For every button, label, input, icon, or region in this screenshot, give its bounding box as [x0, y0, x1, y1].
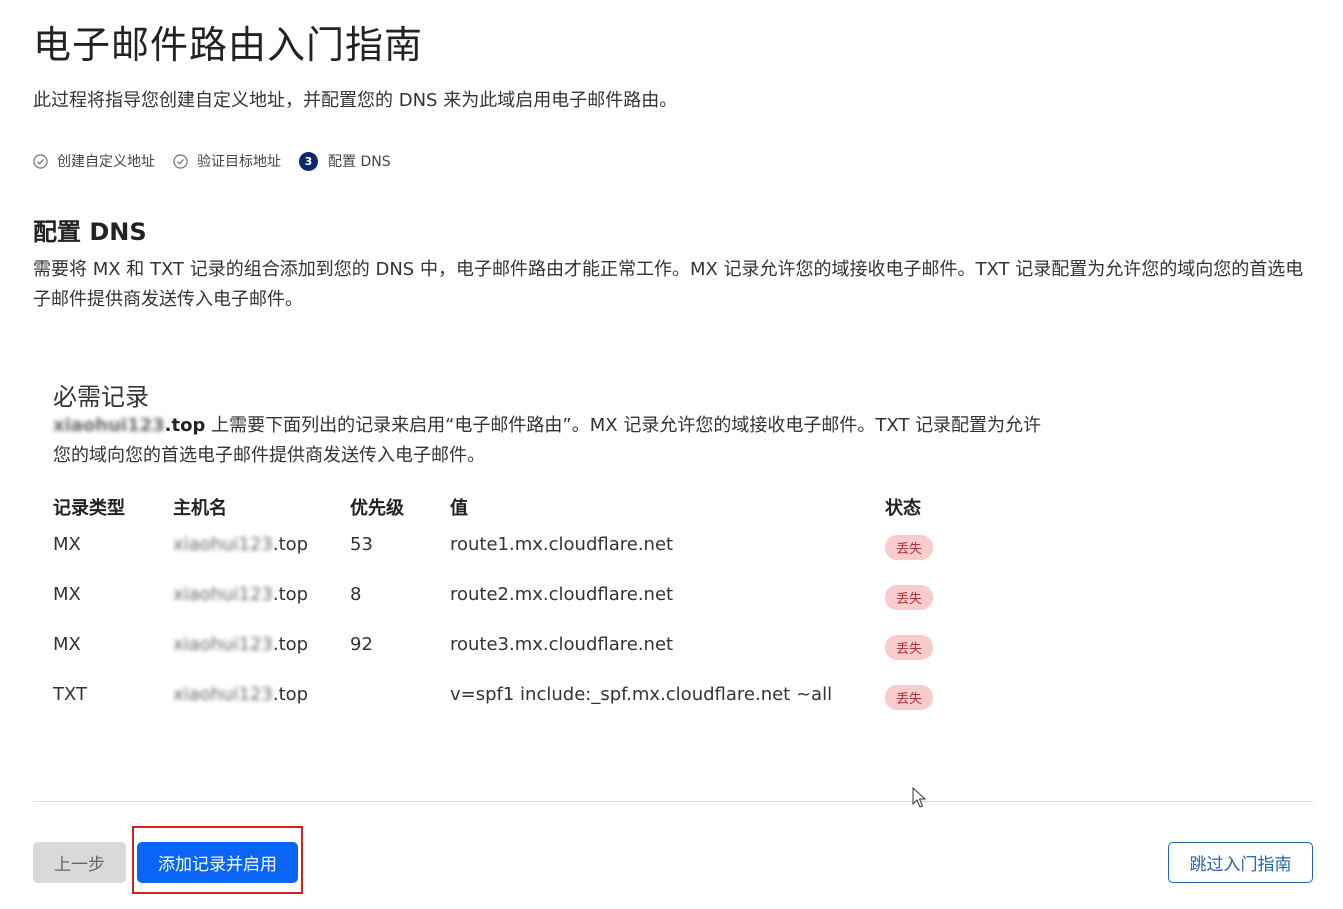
record-priority: 92 — [350, 634, 373, 655]
record-status: 丢失 — [885, 584, 934, 610]
record-status: 丢失 — [885, 634, 934, 660]
redacted-host: xiaohui123 — [173, 684, 273, 705]
record-host: xiaohui123.top — [173, 634, 308, 655]
record-type: MX — [53, 584, 81, 605]
page-subtitle: 此过程将指导您创建自定义地址，并配置您的 DNS 来为此域启用电子邮件路由。 — [33, 90, 678, 111]
host-suffix: .top — [272, 634, 309, 655]
step-label: 验证目标地址 — [197, 154, 281, 170]
header-type: 记录类型 — [53, 498, 125, 519]
required-records-description: xiaohui123.top 上需要下面列出的记录来启用“电子邮件路由”。MX … — [53, 411, 1043, 471]
record-host: xiaohui123.top — [173, 534, 308, 555]
step-verify-destination: 验证目标地址 — [173, 151, 281, 171]
record-value: v=spf1 include:_spf.mx.cloudflare.net ~a… — [450, 684, 833, 705]
record-host: xiaohui123.top — [173, 584, 308, 605]
status-badge: 丢失 — [885, 535, 934, 560]
redacted-host: xiaohui123 — [173, 534, 273, 555]
record-value: route3.mx.cloudflare.net — [450, 634, 674, 655]
record-value: route2.mx.cloudflare.net — [450, 584, 674, 605]
mouse-cursor-icon — [912, 786, 927, 813]
header-value: 值 — [450, 498, 468, 519]
record-priority: 8 — [350, 584, 362, 605]
stepper: 创建自定义地址 验证目标地址 3 配置 DNS — [33, 151, 409, 171]
status-badge: 丢失 — [885, 685, 934, 710]
record-status: 丢失 — [885, 684, 934, 710]
section-description: 需要将 MX 和 TXT 记录的组合添加到您的 DNS 中，电子邮件路由才能正常… — [33, 259, 1304, 310]
domain-suffix: .top — [164, 415, 206, 436]
record-type: MX — [53, 634, 81, 655]
redacted-domain: xiaohui123 — [53, 415, 165, 436]
header-priority: 优先级 — [350, 498, 404, 519]
header-status: 状态 — [885, 498, 921, 519]
host-suffix: .top — [272, 684, 309, 705]
record-status: 丢失 — [885, 534, 934, 560]
step-label: 创建自定义地址 — [57, 154, 155, 170]
step-create-address: 创建自定义地址 — [33, 151, 155, 171]
record-type: TXT — [53, 684, 88, 705]
record-priority: 53 — [350, 534, 373, 555]
page-title: 电子邮件路由入门指南 — [33, 23, 424, 67]
record-value: route1.mx.cloudflare.net — [450, 534, 674, 555]
required-records-title: 必需记录 — [53, 383, 149, 411]
skip-onboarding-button[interactable]: 跳过入门指南 — [1168, 842, 1313, 883]
redacted-host: xiaohui123 — [173, 634, 273, 655]
status-badge: 丢失 — [885, 635, 934, 660]
footer-divider — [33, 801, 1313, 802]
record-host: xiaohui123.top — [173, 684, 308, 705]
host-suffix: .top — [272, 584, 309, 605]
record-type: MX — [53, 534, 81, 555]
check-circle-icon — [173, 153, 188, 169]
section-title: 配置 DNS — [33, 218, 147, 246]
step-number-badge: 3 — [299, 151, 318, 171]
status-badge: 丢失 — [885, 585, 934, 610]
previous-step-button[interactable]: 上一步 — [33, 842, 126, 883]
annotation-highlight-box — [132, 826, 303, 894]
header-host: 主机名 — [173, 498, 227, 519]
check-circle-icon — [33, 153, 48, 169]
step-label: 配置 DNS — [328, 154, 391, 170]
step-configure-dns: 3 配置 DNS — [299, 151, 391, 171]
domain-name: xiaohui123.top — [53, 415, 205, 436]
host-suffix: .top — [272, 534, 309, 555]
redacted-host: xiaohui123 — [173, 584, 273, 605]
